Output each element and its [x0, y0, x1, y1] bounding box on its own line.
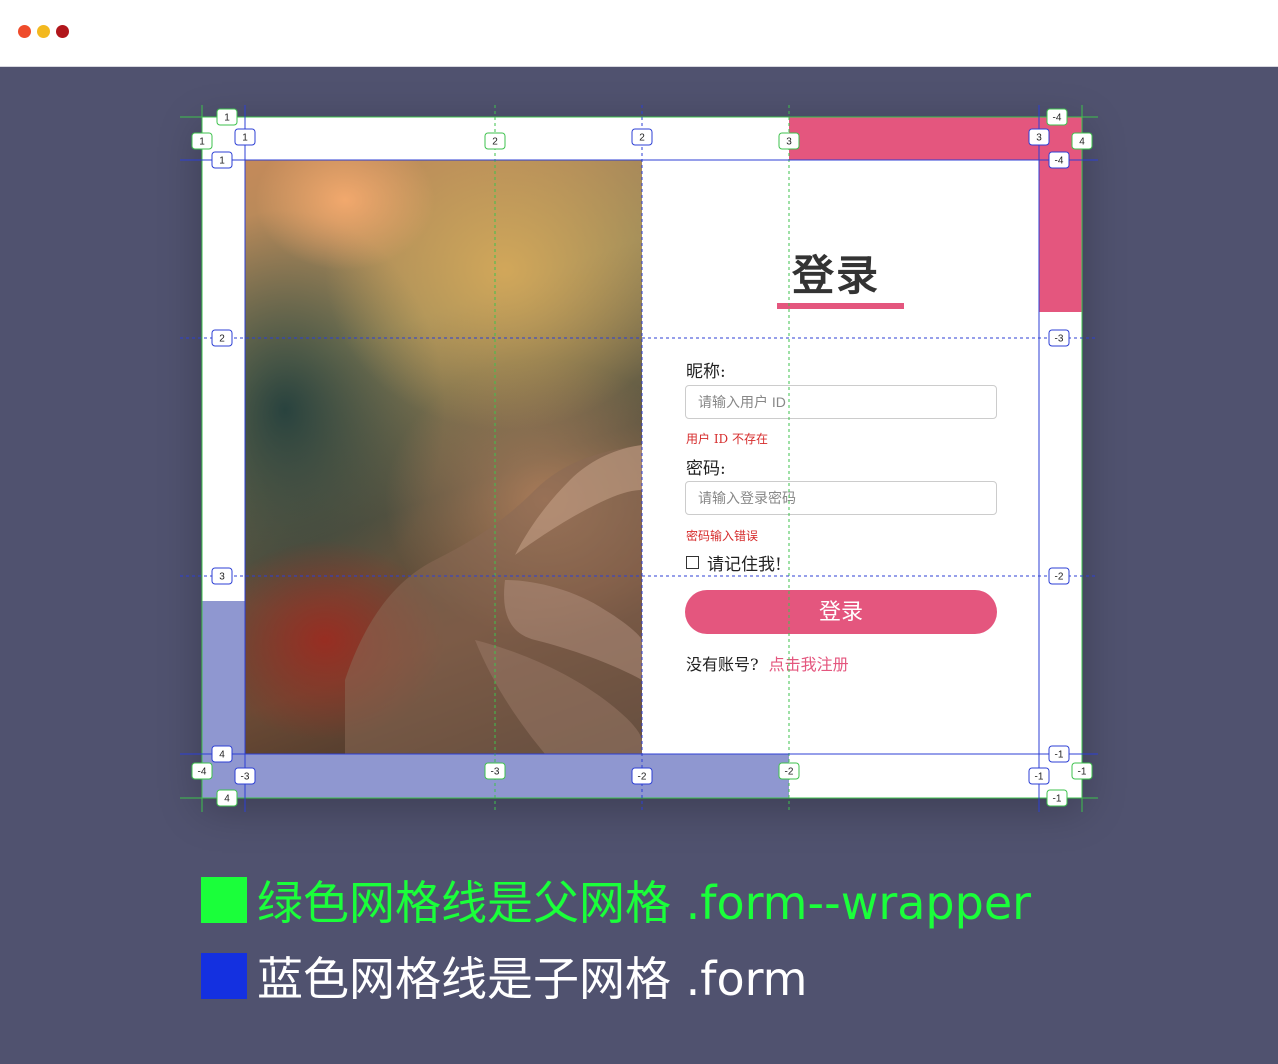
legend-blue: 蓝色网格线是子网格 .form	[201, 951, 808, 1006]
minimize-window-button[interactable]	[37, 25, 50, 38]
decorative-blue-block-bottom	[202, 754, 789, 798]
signup-row: 没有账号? 点击我注册	[686, 651, 849, 675]
signup-prompt: 没有账号?	[686, 655, 759, 674]
login-button[interactable]: 登录	[685, 590, 997, 634]
password-label: 密码:	[686, 459, 726, 479]
close-window-button[interactable]	[18, 25, 31, 38]
password-error: 密码输入错误	[686, 529, 759, 543]
remember-me-checkbox[interactable]	[686, 556, 699, 569]
blue-swatch	[201, 953, 247, 999]
hand-photo	[245, 160, 642, 754]
password-input[interactable]	[685, 481, 997, 515]
nickname-input[interactable]	[685, 385, 997, 419]
heading-underline	[777, 303, 904, 309]
legend-blue-text: 蓝色网格线是子网格 .form	[257, 952, 808, 1006]
legend-green: 绿色网格线是父网格 .form--wrapper	[201, 875, 1031, 930]
nickname-label: 昵称:	[686, 362, 726, 382]
login-form-panel: 登录 昵称: 用户 ID 不存在 密码: 密码输入错误 请记住我! 登录 没有账…	[642, 160, 1039, 754]
remember-me-label: 请记住我!	[707, 555, 782, 575]
demo-stage: 登录 昵称: 用户 ID 不存在 密码: 密码输入错误 请记住我! 登录 没有账…	[0, 67, 1278, 1064]
window-titlebar	[0, 0, 1278, 67]
form-wrapper: 登录 昵称: 用户 ID 不存在 密码: 密码输入错误 请记住我! 登录 没有账…	[202, 117, 1082, 798]
signup-link[interactable]: 点击我注册	[769, 655, 849, 674]
nickname-error: 用户 ID 不存在	[686, 432, 768, 446]
legend-green-text: 绿色网格线是父网格 .form--wrapper	[257, 876, 1032, 930]
green-swatch	[201, 877, 247, 923]
login-heading: 登录	[792, 251, 881, 300]
maximize-window-button[interactable]	[56, 25, 69, 38]
decorative-pink-block-right	[1039, 117, 1082, 312]
remember-me-row[interactable]: 请记住我!	[686, 550, 782, 575]
